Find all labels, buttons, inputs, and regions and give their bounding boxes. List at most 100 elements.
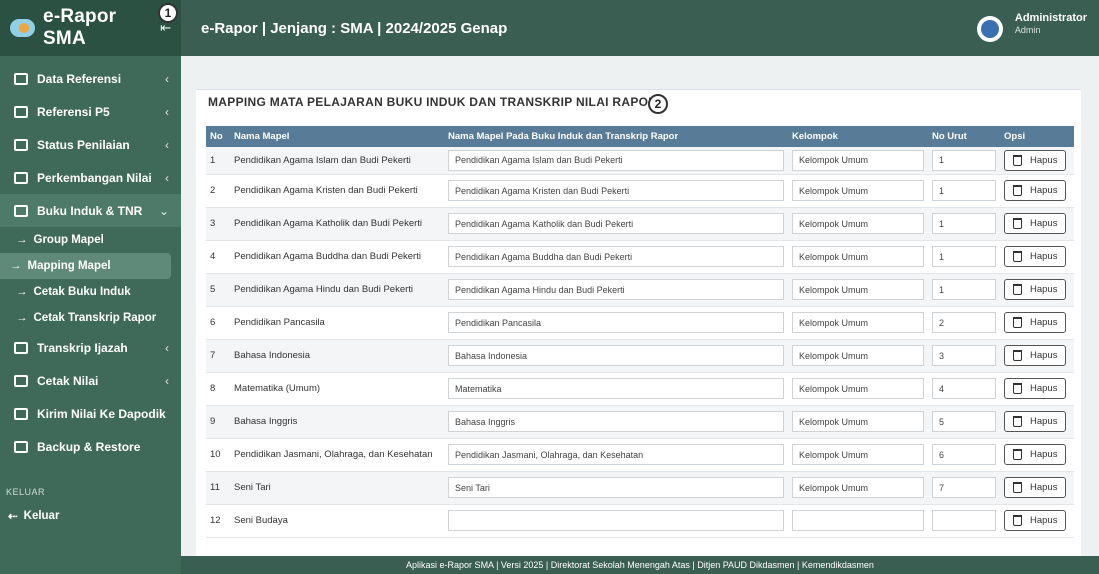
nama-buku-induk-input[interactable]: Seni Tari	[448, 477, 784, 498]
no-urut-input[interactable]: 1	[932, 279, 996, 300]
cell-opsi: Hapus	[1000, 273, 1074, 307]
sidebar-item-status-penilaian[interactable]: Status Penilaian ‹	[0, 128, 181, 161]
nama-buku-induk-input[interactable]: Pendidikan Agama Buddha dan Budi Pekerti	[448, 246, 784, 267]
hapus-button[interactable]: Hapus	[1004, 180, 1067, 201]
cell-nama-buku-induk: Pendidikan Pancasila	[444, 306, 788, 340]
sidebar-item-backup-restore[interactable]: Backup & Restore	[0, 430, 181, 463]
sidebar-subitem-group-mapel[interactable]: → Group Mapel	[0, 227, 181, 253]
sidebar-item-label: Transkrip Ijazah	[37, 340, 128, 355]
cell-nama-buku-induk: Pendidikan Agama Islam dan Budi Pekerti	[444, 147, 788, 175]
nama-buku-induk-input[interactable]: Pendidikan Jasmani, Olahraga, dan Keseha…	[448, 444, 784, 465]
kelompok-select[interactable]: Kelompok Umum	[792, 345, 924, 366]
trash-icon	[1013, 515, 1022, 526]
hapus-label: Hapus	[1030, 515, 1058, 526]
kelompok-select[interactable]: Kelompok Umum	[792, 411, 924, 432]
nama-buku-induk-input[interactable]	[448, 510, 784, 531]
table-row: 12 Seni Budaya Hapus	[206, 504, 1074, 538]
nama-buku-induk-input[interactable]: Matematika	[448, 378, 784, 399]
hapus-button[interactable]: Hapus	[1004, 510, 1067, 531]
sidebar-item-referensi-p5[interactable]: Referensi P5 ‹	[0, 95, 181, 128]
kelompok-select[interactable]: Kelompok Umum	[792, 444, 924, 465]
hapus-button[interactable]: Hapus	[1004, 312, 1067, 333]
sidebar-item-label: Perkembangan Nilai	[37, 170, 152, 185]
kelompok-select[interactable]: Kelompok Umum	[792, 246, 924, 267]
nama-buku-induk-input[interactable]: Pendidikan Agama Kristen dan Budi Pekert…	[448, 180, 784, 201]
no-urut-input[interactable]: 4	[932, 378, 996, 399]
sidebar-item-kirim-nilai-dapodik[interactable]: Kirim Nilai Ke Dapodik	[0, 397, 181, 430]
kelompok-select[interactable]: Kelompok Umum	[792, 312, 924, 333]
sidebar-item-label: Referensi P5	[37, 104, 110, 119]
avatar[interactable]	[976, 16, 1003, 42]
cell-no: 3	[206, 207, 230, 241]
sidebar-subitem-cetak-transkrip-rapor[interactable]: → Cetak Transkrip Rapor	[0, 305, 181, 331]
cell-kelompok: Kelompok Umum	[788, 147, 928, 175]
hapus-button[interactable]: Hapus	[1004, 411, 1067, 432]
no-urut-input[interactable]: 1	[932, 149, 996, 171]
chevron-left-icon: ‹	[165, 340, 169, 355]
no-urut-input[interactable]: 1	[932, 180, 996, 201]
cell-nama-mapel: Bahasa Indonesia	[230, 339, 444, 373]
cell-opsi: Hapus	[1000, 174, 1074, 208]
sidebar-subitem-label: Mapping Mapel	[27, 260, 111, 272]
cell-nama-buku-induk: Pendidikan Agama Katholik dan Budi Peker…	[444, 207, 788, 241]
trash-icon	[1013, 154, 1022, 166]
nama-buku-induk-input[interactable]: Pendidikan Agama Islam dan Budi Pekerti	[448, 149, 784, 171]
kelompok-select[interactable]: Kelompok Umum	[792, 213, 924, 234]
nama-buku-induk-input[interactable]: Pendidikan Pancasila	[448, 312, 784, 333]
cell-no: 2	[206, 174, 230, 208]
arrow-right-icon: →	[10, 260, 22, 272]
no-urut-input[interactable]: 1	[932, 246, 996, 267]
no-urut-input[interactable]: 2	[932, 312, 996, 333]
hapus-button[interactable]: Hapus	[1004, 477, 1067, 498]
hapus-label: Hapus	[1030, 154, 1058, 166]
sidebar-item-cetak-nilai[interactable]: Cetak Nilai ‹	[0, 364, 181, 397]
nama-buku-induk-input[interactable]: Pendidikan Agama Hindu dan Budi Pekerti	[448, 279, 784, 300]
no-urut-input[interactable]: 6	[932, 444, 996, 465]
hapus-button[interactable]: Hapus	[1004, 149, 1067, 171]
col-header-kelompok: Kelompok	[788, 126, 928, 147]
step-badge-2: 2	[648, 94, 668, 114]
kelompok-select[interactable]: Kelompok Umum	[792, 180, 924, 201]
kelompok-select[interactable]: Kelompok Umum	[792, 378, 924, 399]
cell-opsi: Hapus	[1000, 306, 1074, 340]
user-menu[interactable]: Administrator Admin	[976, 12, 1087, 42]
kelompok-select[interactable]: Kelompok Umum	[792, 477, 924, 498]
no-urut-input[interactable]: 3	[932, 345, 996, 366]
nama-buku-induk-input[interactable]: Bahasa Indonesia	[448, 345, 784, 366]
hapus-label: Hapus	[1030, 416, 1058, 427]
kelompok-select[interactable]: Kelompok Umum	[792, 149, 924, 171]
nama-buku-induk-input[interactable]: Bahasa Inggris	[448, 411, 784, 432]
sidebar-item-perkembangan-nilai[interactable]: Perkembangan Nilai ‹	[0, 161, 181, 194]
footer: Aplikasi e-Rapor SMA | Versi 2025 | Dire…	[181, 556, 1099, 574]
hapus-button[interactable]: Hapus	[1004, 213, 1067, 234]
cell-nama-mapel: Matematika (Umum)	[230, 372, 444, 406]
no-urut-input[interactable]: 5	[932, 411, 996, 432]
sidebar-subitem-cetak-buku-induk[interactable]: → Cetak Buku Induk	[0, 279, 181, 305]
cell-no: 12	[206, 504, 230, 538]
hapus-button[interactable]: Hapus	[1004, 246, 1067, 267]
cell-kelompok: Kelompok Umum	[788, 405, 928, 439]
sidebar-item-data-referensi[interactable]: Data Referensi ‹	[0, 62, 181, 95]
cell-nama-buku-induk: Matematika	[444, 372, 788, 406]
nama-buku-induk-input[interactable]: Pendidikan Agama Katholik dan Budi Peker…	[448, 213, 784, 234]
hapus-button[interactable]: Hapus	[1004, 345, 1067, 366]
sidebar-item-keluar[interactable]: ⇠ Keluar	[0, 503, 181, 529]
no-urut-input[interactable]: 1	[932, 213, 996, 234]
hapus-button[interactable]: Hapus	[1004, 378, 1067, 399]
no-urut-input[interactable]: 7	[932, 477, 996, 498]
sidebar-subitem-mapping-mapel[interactable]: → Mapping Mapel 1	[0, 3, 178, 279]
no-urut-input[interactable]	[932, 510, 996, 531]
kelompok-select[interactable]: Kelompok Umum	[792, 279, 924, 300]
hapus-label: Hapus	[1030, 218, 1058, 229]
sidebar-item-buku-induk-tnr[interactable]: Buku Induk & TNR ⌄	[0, 194, 181, 227]
chevron-left-icon: ‹	[165, 373, 169, 388]
sidebar-item-transkrip-ijazah[interactable]: Transkrip Ijazah ‹	[0, 331, 181, 364]
kelompok-select[interactable]	[792, 510, 924, 531]
cell-no-urut	[928, 504, 1000, 538]
hapus-button[interactable]: Hapus	[1004, 279, 1067, 300]
chart-line-icon	[14, 138, 28, 151]
sidebar-item-label: Cetak Nilai	[37, 373, 99, 388]
cell-no-urut: 1	[928, 207, 1000, 241]
hapus-button[interactable]: Hapus	[1004, 444, 1067, 465]
sidebar-subitem-label: Group Mapel	[33, 234, 104, 246]
